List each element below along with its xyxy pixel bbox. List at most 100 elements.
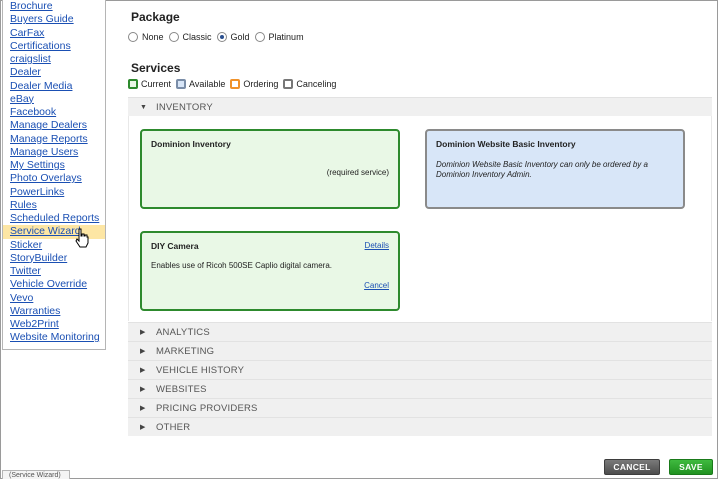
radio-none[interactable] [128, 32, 138, 42]
sidebar-item[interactable]: Vehicle Override [3, 278, 105, 291]
accordion-pricing-providers[interactable]: ▶ PRICING PROVIDERS [128, 398, 712, 417]
card-dominion-inventory: Dominion Inventory (required service) [140, 129, 400, 209]
card-title: DIY Camera [151, 241, 199, 251]
triangle-right-icon: ▶ [140, 329, 146, 336]
triangle-right-icon: ▶ [140, 405, 146, 412]
sidebar-item[interactable]: Facebook [3, 106, 105, 119]
legend-current-swatch [128, 79, 138, 89]
sidebar-item[interactable]: Buyers Guide [3, 13, 105, 26]
sidebar-item[interactable]: Rules [3, 199, 105, 212]
sidebar-item-link[interactable]: eBay [10, 93, 34, 105]
sidebar-item[interactable]: PowerLinks [3, 186, 105, 199]
legend-canceling-swatch [283, 79, 294, 89]
sidebar-item-link[interactable]: Dealer [10, 66, 41, 78]
sidebar-item-link[interactable]: Buyers Guide [10, 13, 74, 25]
radio-gold-label: Gold [230, 32, 250, 42]
services-title: Services [131, 61, 181, 75]
sidebar-item-link[interactable]: Website Monitoring [10, 331, 100, 343]
accordion-analytics[interactable]: ▶ ANALYTICS [128, 322, 712, 341]
sidebar-item[interactable]: Twitter [3, 265, 105, 278]
sidebar-item[interactable]: eBay [3, 93, 105, 106]
sidebar-item[interactable]: Brochure [3, 0, 105, 13]
sidebar-item-link[interactable]: Dealer Media [10, 80, 72, 92]
sidebar-item[interactable]: CarFax [3, 27, 105, 40]
sidebar-item[interactable]: Website Monitoring [3, 331, 105, 344]
cancel-link[interactable]: Cancel [364, 281, 389, 290]
card-description: Enables use of Ricoh 500SE Caplio digita… [151, 261, 332, 270]
hand-cursor-icon [75, 228, 89, 248]
sidebar-item-link[interactable]: Manage Users [10, 146, 78, 158]
sidebar-item-link[interactable]: CarFax [10, 27, 44, 39]
accordion-websites[interactable]: ▶ WEBSITES [128, 379, 712, 398]
sidebar-item-link[interactable]: Certifications [10, 40, 71, 52]
radio-none-label: None [142, 32, 164, 42]
services-legend: Current Available Ordering Canceling [128, 79, 341, 89]
triangle-right-icon: ▶ [140, 367, 146, 374]
accordion-inventory-label: INVENTORY [156, 101, 213, 113]
accordion-vehicle-history[interactable]: ▶ VEHICLE HISTORY [128, 360, 712, 379]
sidebar-item[interactable]: Scheduled Reports [3, 212, 105, 225]
sidebar-item[interactable]: craigslist [3, 53, 105, 66]
accordion-other[interactable]: ▶ OTHER [128, 417, 712, 436]
accordion-websites-label: WEBSITES [156, 383, 207, 395]
triangle-right-icon: ▶ [140, 424, 146, 431]
radio-gold[interactable] [216, 32, 227, 42]
sidebar-item-link[interactable]: Web2Print [10, 318, 59, 330]
radio-classic-label: Classic [182, 32, 212, 42]
sidebar-item[interactable]: Dealer Media [3, 80, 105, 93]
sidebar-item[interactable]: My Settings [3, 159, 105, 172]
sidebar-item-link[interactable]: Photo Overlays [10, 172, 82, 184]
sidebar-item-link[interactable]: My Settings [10, 159, 65, 171]
sidebar-item-link[interactable]: Vevo [10, 292, 33, 304]
bottom-tab[interactable]: (Service Wizard) [2, 470, 70, 479]
package-title: Package [131, 10, 180, 24]
legend-ordering-swatch [230, 79, 241, 89]
sidebar-item-link[interactable]: Rules [10, 199, 37, 211]
legend-ordering-label: Ordering [243, 79, 279, 89]
sidebar-item[interactable]: Vevo [3, 292, 105, 305]
sidebar-item[interactable]: Manage Dealers [3, 119, 105, 132]
accordion-marketing[interactable]: ▶ MARKETING [128, 341, 712, 360]
radio-classic[interactable] [168, 32, 179, 42]
inventory-panel: Dominion Inventory (required service) Do… [128, 116, 712, 321]
cancel-button[interactable]: CANCEL [604, 459, 660, 475]
accordion-inventory[interactable]: ▼ INVENTORY [128, 97, 712, 116]
accordion-pricing-providers-label: PRICING PROVIDERS [156, 402, 258, 414]
accordion-marketing-label: MARKETING [156, 345, 215, 357]
details-link[interactable]: Details [365, 241, 389, 250]
sidebar-item-link[interactable]: Warranties [10, 305, 60, 317]
sidebar-item[interactable]: StoryBuilder [3, 252, 105, 265]
sidebar-item-link[interactable]: StoryBuilder [10, 252, 67, 264]
sidebar-item[interactable]: Photo Overlays [3, 172, 105, 185]
sidebar-list: Brochure Buyers Guide CarFax Certifications… [3, 0, 105, 345]
sidebar-item-link[interactable]: Brochure [10, 0, 53, 12]
sidebar-item[interactable]: Dealer [3, 66, 105, 79]
sidebar-item-link[interactable]: Vehicle Override [10, 278, 87, 290]
card-description: Dominion Website Basic Inventory can onl… [436, 160, 648, 179]
accordion-other-label: OTHER [156, 421, 191, 433]
sidebar-item-link[interactable]: Service Wizard [10, 225, 81, 237]
card-title: Dominion Inventory [151, 139, 231, 149]
accordion-vehicle-history-label: VEHICLE HISTORY [156, 364, 245, 376]
triangle-right-icon: ▶ [140, 386, 146, 393]
sidebar-item-link[interactable]: Scheduled Reports [10, 212, 99, 224]
sidebar-item-link[interactable]: Twitter [10, 265, 41, 277]
sidebar-item-link[interactable]: Sticker [10, 239, 42, 251]
legend-available-swatch [176, 79, 187, 89]
card-note: (required service) [326, 168, 389, 177]
accordion-analytics-label: ANALYTICS [156, 326, 210, 338]
sidebar-item[interactable]: Manage Users [3, 146, 105, 159]
sidebar-item-link[interactable]: Facebook [10, 106, 56, 118]
sidebar-item[interactable]: Warranties [3, 305, 105, 318]
card-dominion-website-basic-inventory: Dominion Website Basic Inventory Dominio… [425, 129, 685, 209]
sidebar-item[interactable]: Manage Reports [3, 133, 105, 146]
save-button[interactable]: SAVE [669, 459, 713, 475]
radio-platinum[interactable] [254, 32, 265, 42]
sidebar-item-link[interactable]: Manage Reports [10, 133, 88, 145]
triangle-down-icon: ▼ [140, 103, 148, 111]
sidebar-item[interactable]: Web2Print [3, 318, 105, 331]
sidebar-item[interactable]: Certifications [3, 40, 105, 53]
sidebar-item-link[interactable]: Manage Dealers [10, 119, 87, 131]
sidebar-item-link[interactable]: PowerLinks [10, 186, 64, 198]
sidebar-item-link[interactable]: craigslist [10, 53, 51, 65]
